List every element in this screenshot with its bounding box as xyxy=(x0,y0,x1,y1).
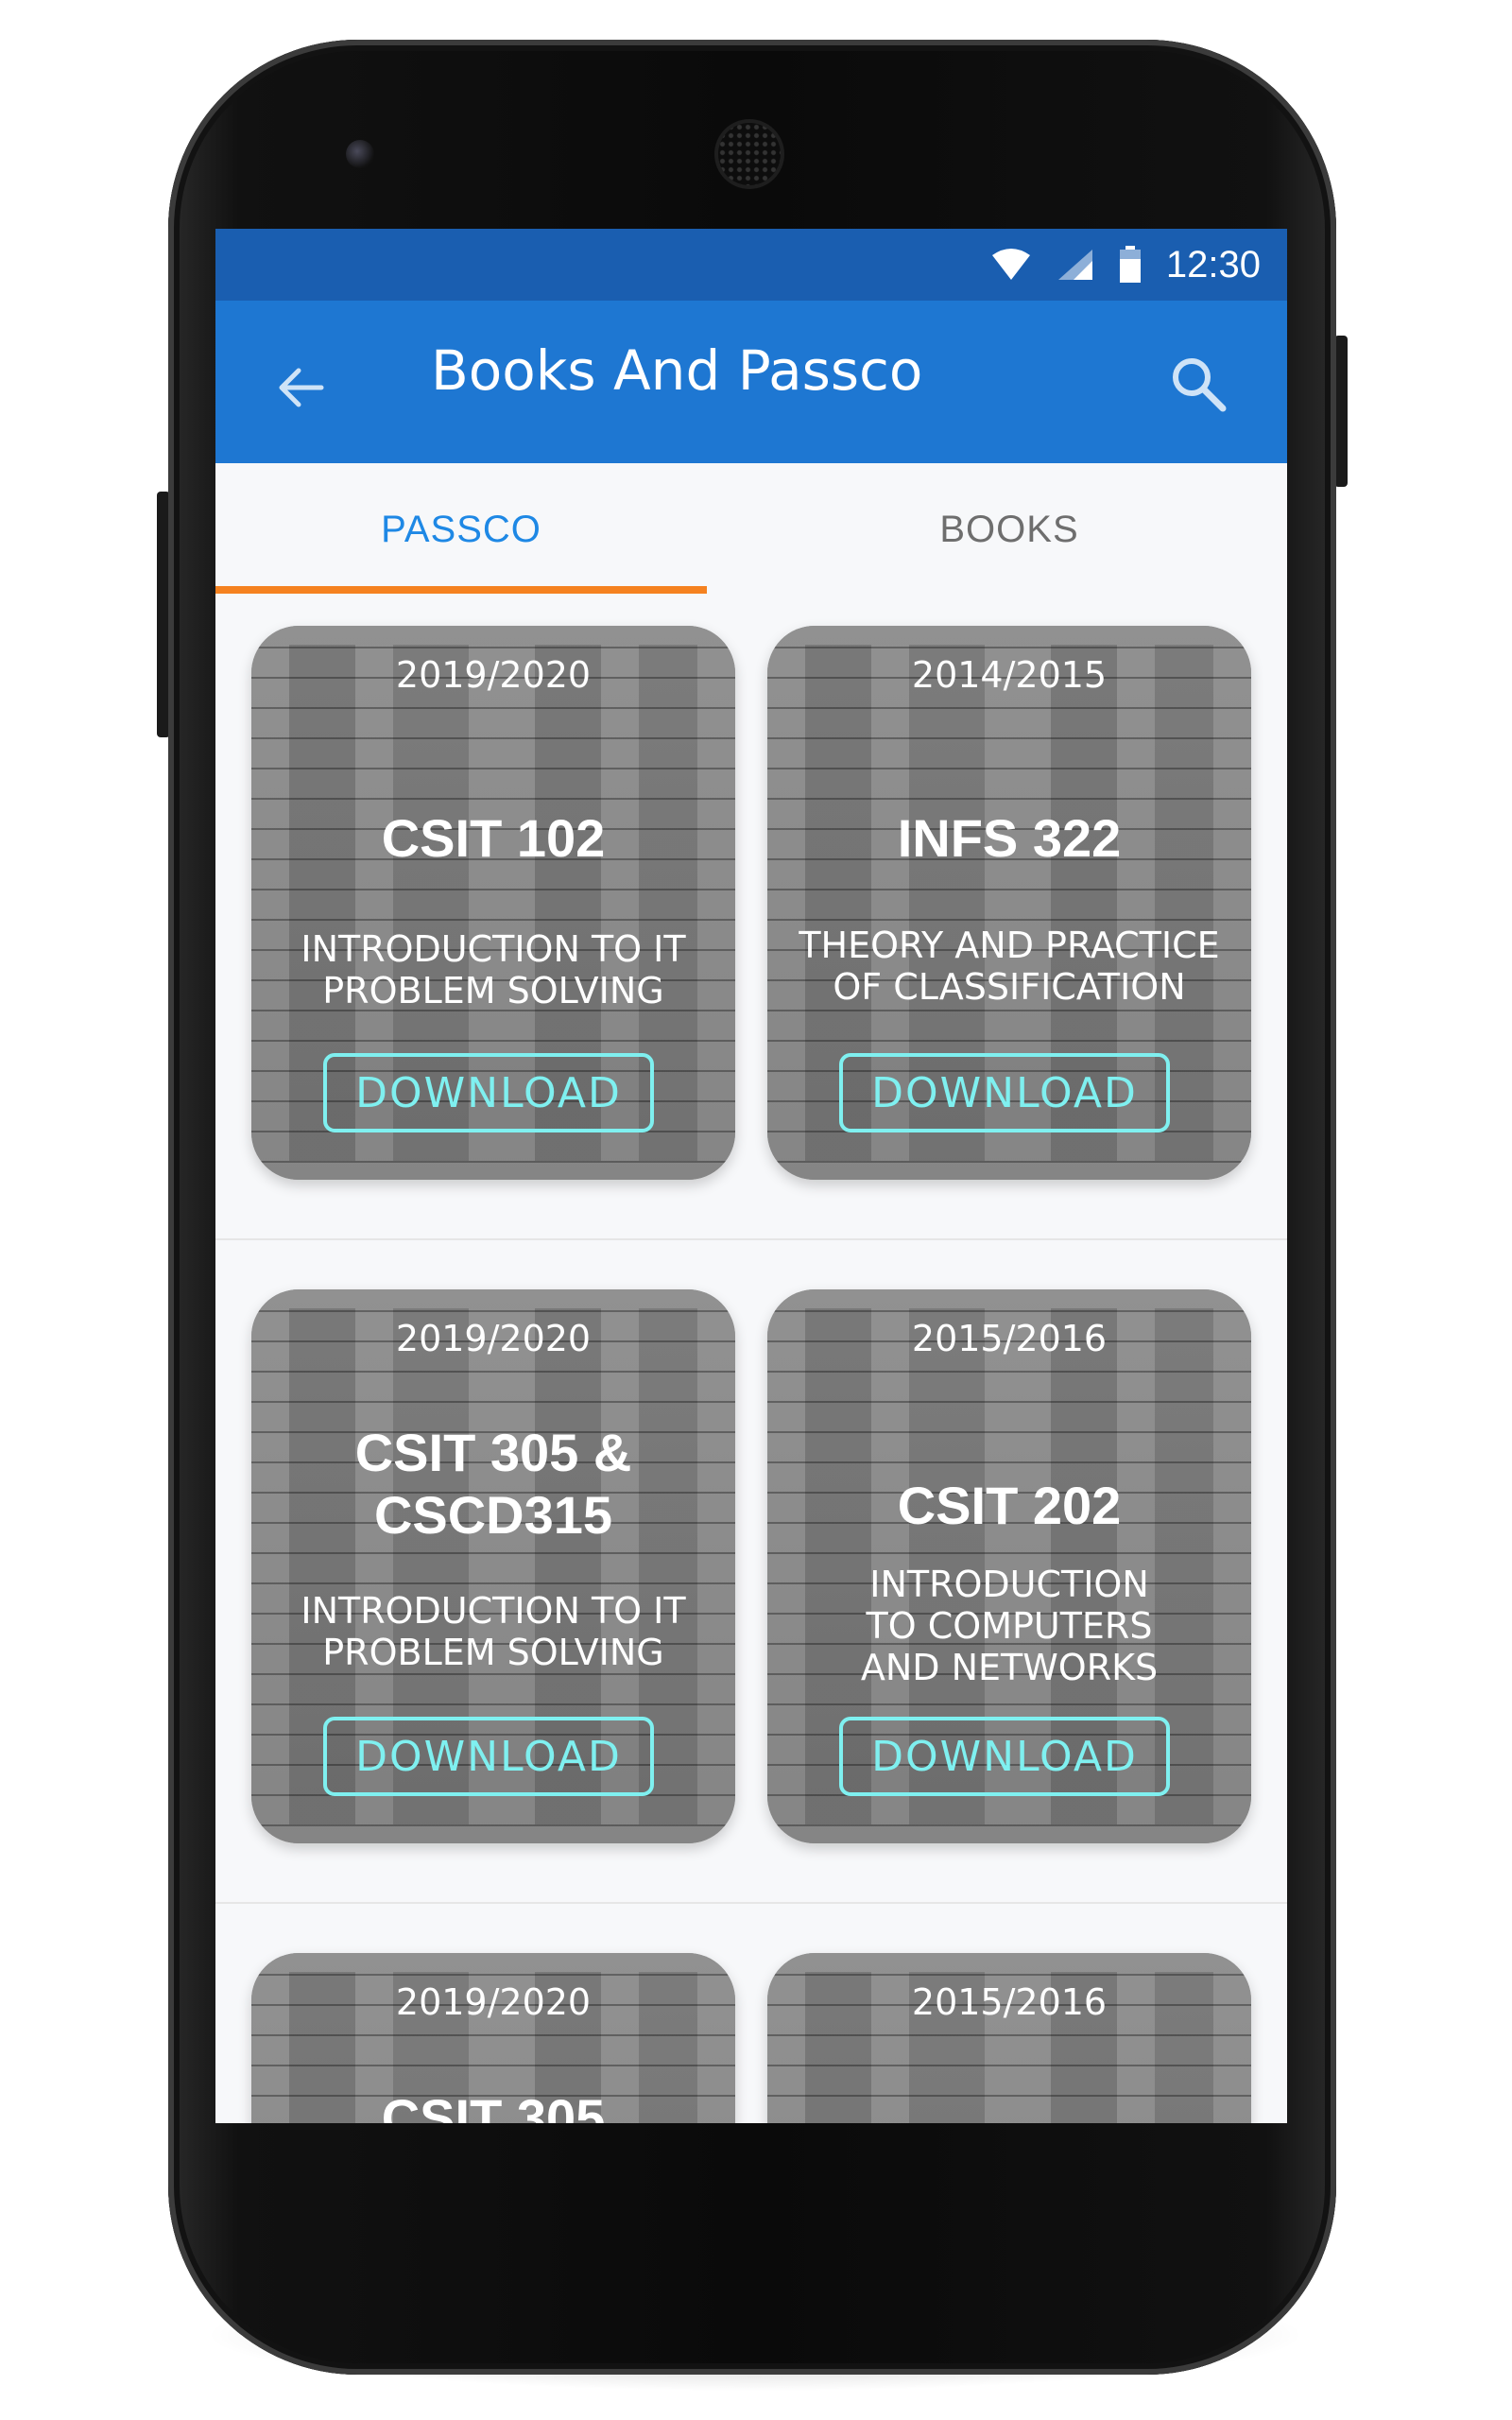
card-year: 2014/2015 xyxy=(911,654,1108,696)
row-divider xyxy=(215,1238,1287,1240)
passco-card[interactable]: 2015/2016 CSIT 202 INTRODUCTION TO COMPU… xyxy=(767,1289,1251,1843)
wifi-icon xyxy=(990,248,1032,282)
status-icons: 12:30 xyxy=(990,229,1261,301)
passco-card[interactable]: 2015/2016 xyxy=(767,1953,1251,2123)
battery-icon xyxy=(1119,246,1142,284)
passco-card[interactable]: 2014/2015 INFS 322 THEORY AND PRACTICE O… xyxy=(767,626,1251,1180)
card-course-name: THEORY AND PRACTICE OF CLASSIFICATION xyxy=(799,925,1220,1008)
card-year: 2019/2020 xyxy=(395,1981,592,2023)
card-year: 2019/2020 xyxy=(395,1318,592,1359)
download-button[interactable]: DOWNLOAD xyxy=(323,1717,654,1796)
page-title: Books And Passco xyxy=(431,338,923,403)
power-button xyxy=(1334,336,1348,487)
card-year: 2019/2020 xyxy=(395,654,592,696)
app-screen: 12:30 Books And Passco PASSCO BOOKS 2019… xyxy=(215,229,1287,2123)
card-course-name: INTRODUCTION TO COMPUTERS AND NETWORKS xyxy=(860,1564,1159,1688)
search-icon xyxy=(1173,358,1227,412)
passco-card[interactable]: 2019/2020 CSIT 305 xyxy=(251,1953,735,2123)
clock: 12:30 xyxy=(1165,243,1261,285)
card-course-code: CSIT 202 xyxy=(897,1476,1122,1535)
front-camera xyxy=(346,140,374,168)
app-bar: Books And Passco xyxy=(215,301,1287,463)
card-course-code: CSIT 305 & CSCD315 xyxy=(354,1423,632,1545)
signal-icon xyxy=(1057,248,1094,282)
card-course-code: CSIT 305 xyxy=(381,2088,606,2123)
card-year: 2015/2016 xyxy=(911,1981,1108,2023)
card-course-name: INTRODUCTION TO IT PROBLEM SOLVING xyxy=(301,1590,686,1673)
tab-passco[interactable]: PASSCO xyxy=(215,463,707,596)
status-bar: 12:30 xyxy=(215,229,1287,301)
tab-bar: PASSCO BOOKS xyxy=(215,463,1287,596)
arrow-left-icon xyxy=(279,368,324,407)
passco-card[interactable]: 2019/2020 CSIT 102 INTRODUCTION TO IT PR… xyxy=(251,626,735,1180)
search-button[interactable] xyxy=(1168,354,1228,414)
card-course-name: INTRODUCTION TO IT PROBLEM SOLVING xyxy=(301,928,686,1011)
card-course-code: INFS 322 xyxy=(897,808,1122,868)
download-button[interactable]: DOWNLOAD xyxy=(839,1053,1170,1132)
card-year: 2015/2016 xyxy=(911,1318,1108,1359)
earpiece-speaker xyxy=(718,123,781,185)
tab-indicator xyxy=(215,586,707,594)
download-button[interactable]: DOWNLOAD xyxy=(839,1717,1170,1796)
tab-books[interactable]: BOOKS xyxy=(764,463,1255,596)
row-divider xyxy=(215,1902,1287,1904)
download-button[interactable]: DOWNLOAD xyxy=(323,1053,654,1132)
back-button[interactable] xyxy=(272,359,329,416)
passco-card[interactable]: 2019/2020 CSIT 305 & CSCD315 INTRODUCTIO… xyxy=(251,1289,735,1843)
card-course-code: CSIT 102 xyxy=(381,808,606,868)
